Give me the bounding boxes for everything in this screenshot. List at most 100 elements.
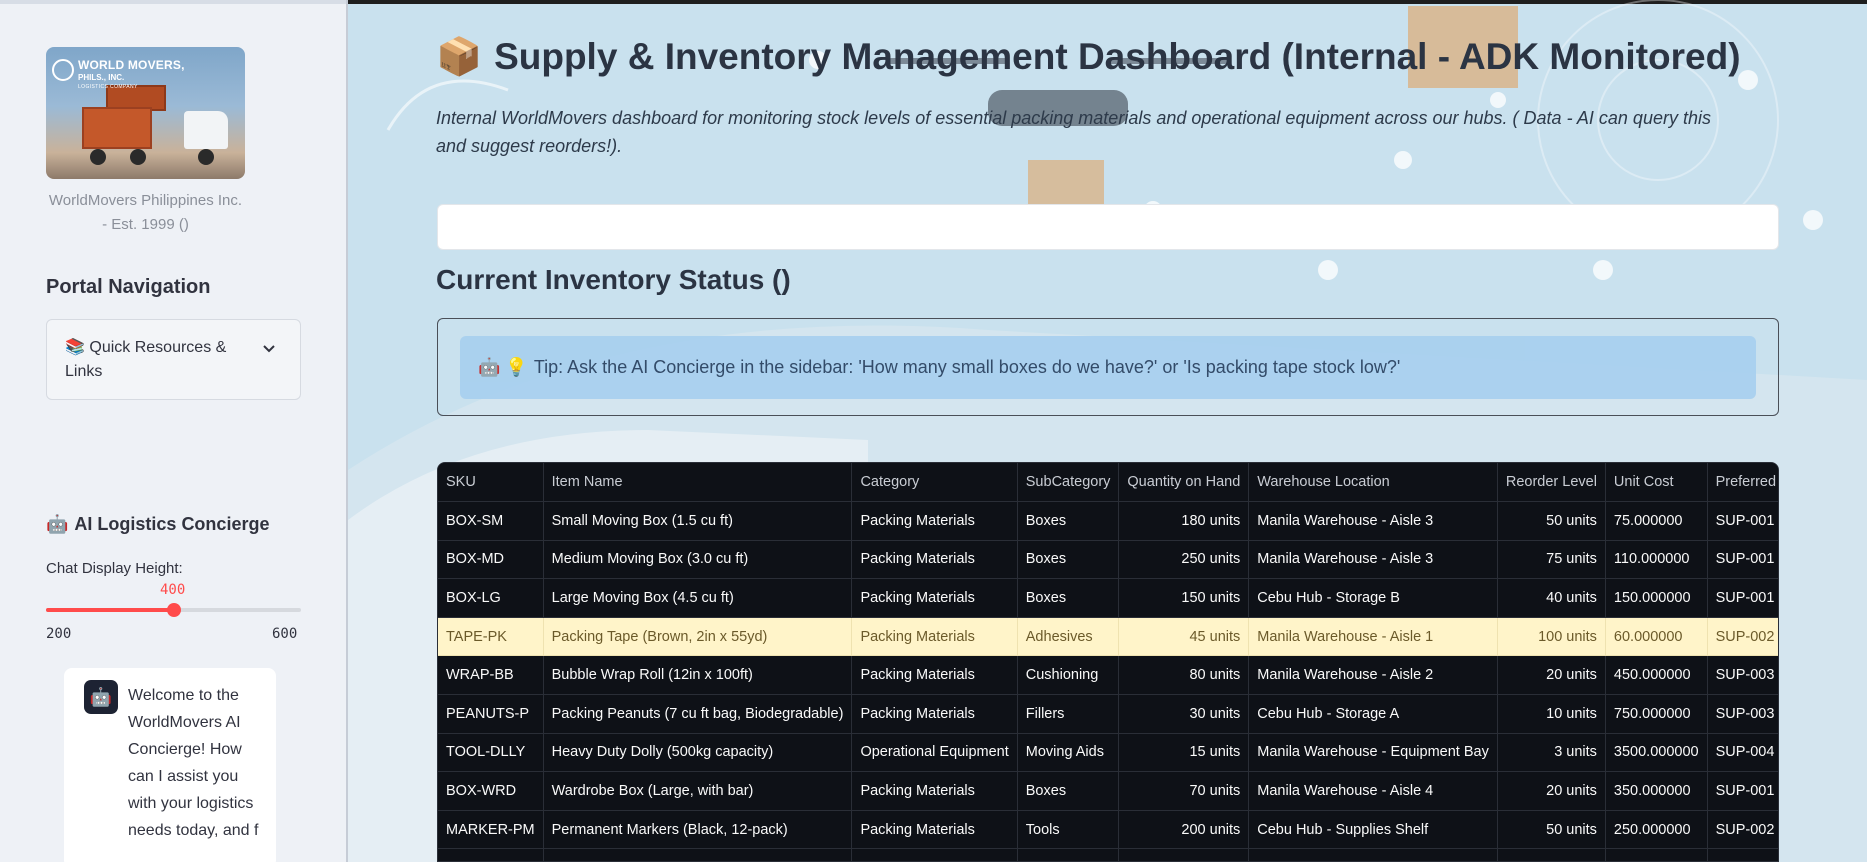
table-row[interactable]: BOX-SM Small Moving Box (1.5 cu ft) Packin… [438,501,1778,541]
empty-input-bar[interactable] [437,204,1779,250]
table-cell[interactable]: SUP-002 [1707,617,1778,657]
table-cell[interactable]: 50 units [1118,848,1250,861]
table-cell[interactable]: 50 units [1497,501,1606,541]
table-cell[interactable]: BOX-LG [438,578,544,618]
table-cell[interactable]: 150.000000 [1605,578,1708,618]
table-cell[interactable]: SUP-003 [1707,655,1778,696]
quick-resources-expander[interactable]: 📚 Quick Resources & Links [46,319,301,400]
table-row[interactable]: BOX-MD Medium Moving Box (3.0 cu ft) Packi… [438,540,1778,580]
table-cell[interactable]: Packing Materials [851,810,1018,850]
table-cell[interactable]: 250 units [1118,540,1250,580]
table-cell[interactable]: Cushioning [1017,655,1120,696]
chat-height-slider-handle[interactable] [166,603,181,617]
table-cell[interactable]: 75.000000 [1605,501,1708,541]
table-cell[interactable]: Packing Materials [851,540,1018,580]
table-cell[interactable]: 1200.000000 [1605,848,1708,861]
table-cell[interactable]: Packing Materials [851,578,1018,618]
table-row[interactable]: TAPE-PK Packing Tape (Brown, 2in x 55yd) P… [438,617,1778,657]
table-cell[interactable]: 10 units [1497,694,1606,734]
inventory-data-grid[interactable]: SKU Item Name Category SubCategory Quantity … [438,463,1778,861]
table-cell[interactable]: Manila Warehouse - Aisle 4 [1248,771,1498,811]
table-cell[interactable]: 180 units [1118,501,1250,541]
table-cell[interactable]: Wardrobe Box (Large, with bar) [543,771,853,811]
table-cell[interactable]: MARKER-PM [438,810,544,850]
table-cell[interactable]: 45 units [1118,617,1250,657]
table-cell[interactable]: 10 units [1497,848,1606,861]
table-cell[interactable]: Packing Peanuts (7 cu ft bag, Biodegrada… [543,694,853,734]
table-cell[interactable]: Boxes [1017,771,1120,811]
table-cell[interactable]: WRAP-BB [438,655,544,696]
inventory-table[interactable]: SKU Item Name Category SubCategory Quantity … [437,462,1779,862]
table-cell[interactable]: SUP-001 [1707,578,1778,618]
table-row[interactable]: PEANUTS-P Packing Peanuts (7 cu ft bag, B… [438,694,1778,734]
table-cell[interactable]: Packing Materials [851,655,1018,696]
table-cell[interactable]: Permanent Markers (Black, 12-pack) [543,810,853,850]
table-cell[interactable]: 3 units [1497,733,1606,773]
column-header[interactable]: SKU [438,463,544,503]
table-cell[interactable]: Manila Warehouse - Equipment Bay [1248,733,1498,773]
table-cell[interactable]: Packing Tape (Brown, 2in x 55yd) [543,617,853,657]
table-cell[interactable]: Packing Materials [851,501,1018,541]
table-cell[interactable]: Tools [1017,810,1120,850]
table-cell[interactable]: 60.000000 [1605,617,1708,657]
table-cell[interactable]: Cebu Hub - Supplies Shelf [1248,810,1498,850]
table-cell[interactable]: SUP-004 [1707,733,1778,773]
column-header[interactable]: Reorder Level [1497,463,1606,503]
table-cell[interactable]: SUP-002 [1707,810,1778,850]
table-cell[interactable]: SUP-003 [1707,694,1778,734]
table-cell[interactable]: TAPE-PK [438,617,544,657]
table-cell[interactable]: 450.000000 [1605,655,1708,696]
table-cell[interactable]: 70 units [1118,771,1250,811]
column-header[interactable]: Preferred Supplier ID [1707,463,1778,503]
table-cell[interactable]: Operational Equipment [851,733,1018,773]
table-cell[interactable]: 250.000000 [1605,810,1708,850]
table-cell[interactable]: 750.000000 [1605,694,1708,734]
table-cell[interactable]: 350.000000 [1605,771,1708,811]
table-row[interactable]: STRAP-RATRatchet Straps (4-pack, 15ft)Op… [438,848,1778,861]
table-cell[interactable]: Manila Warehouse - Aisle 3 [1248,540,1498,580]
table-cell[interactable]: Manila Warehouse - Aisle 2 [1248,655,1498,696]
table-cell[interactable]: 3500.000000 [1605,733,1708,773]
column-header[interactable]: SubCategory [1017,463,1120,503]
table-cell[interactable]: STRAP-RAT [438,848,544,861]
table-cell[interactable]: Securing [1017,848,1120,861]
table-cell[interactable]: Boxes [1017,501,1120,541]
table-cell[interactable]: 40 units [1497,578,1606,618]
table-cell[interactable]: Operational Equipment [851,848,1018,861]
table-cell[interactable]: Fillers [1017,694,1120,734]
table-cell[interactable]: PEANUTS-P [438,694,544,734]
table-cell[interactable]: 75 units [1497,540,1606,580]
table-cell[interactable]: Medium Moving Box (3.0 cu ft) [543,540,853,580]
table-cell[interactable]: 15 units [1118,733,1250,773]
column-header[interactable]: Unit Cost [1605,463,1708,503]
table-cell[interactable]: Heavy Duty Dolly (500kg capacity) [543,733,853,773]
table-cell[interactable]: SUP-001 [1707,771,1778,811]
table-row[interactable]: TOOL-DLLY Heavy Duty Dolly (500kg capacit… [438,733,1778,773]
column-header[interactable]: Category [851,463,1018,503]
table-cell[interactable]: 150 units [1118,578,1250,618]
table-cell[interactable]: Large Moving Box (4.5 cu ft) [543,578,853,618]
table-cell[interactable]: 100 units [1497,617,1606,657]
table-cell[interactable]: BOX-SM [438,501,544,541]
table-row[interactable]: MARKER-PM Permanent Markers (Black, 12-pa… [438,810,1778,850]
table-cell[interactable]: Boxes [1017,540,1120,580]
table-cell[interactable]: Packing Materials [851,694,1018,734]
table-cell[interactable]: Packing Materials [851,617,1018,657]
table-cell[interactable]: BOX-WRD [438,771,544,811]
table-cell[interactable]: Cebu Hub - Storage A [1248,694,1498,734]
table-row[interactable]: WRAP-BB Bubble Wrap Roll (12in x 100ft) Pa… [438,655,1778,696]
table-row[interactable]: BOX-WRD Wardrobe Box (Large, with bar) Pac… [438,771,1778,811]
table-cell[interactable]: 110.000000 [1605,540,1708,580]
table-cell[interactable]: 20 units [1497,771,1606,811]
table-cell[interactable]: 30 units [1118,694,1250,734]
table-cell[interactable]: Manila Warehouse - Aisle 3 [1248,501,1498,541]
column-header[interactable]: Quantity on Hand [1118,463,1250,503]
column-header[interactable]: Item Name [543,463,853,503]
table-cell[interactable]: Manila Warehouse - Aisle 1 [1248,617,1498,657]
table-cell[interactable]: Bubble Wrap Roll (12in x 100ft) [543,655,853,696]
table-cell[interactable]: Ratchet Straps (4-pack, 15ft) [543,848,853,861]
table-cell[interactable]: 200 units [1118,810,1250,850]
table-cell[interactable]: TOOL-DLLY [438,733,544,773]
column-header[interactable]: Warehouse Location [1248,463,1498,503]
table-cell[interactable]: 50 units [1497,810,1606,850]
